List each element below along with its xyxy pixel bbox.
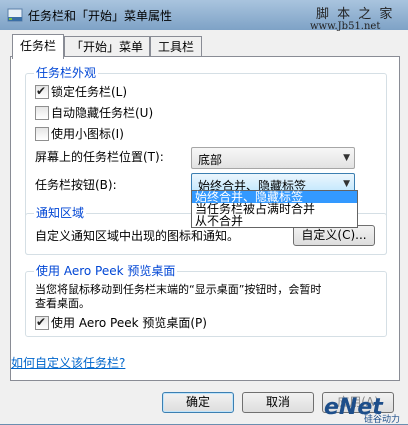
customize-taskbar-help-link[interactable]: 如何自定义该任务栏? [11, 354, 125, 371]
position-label: 屏幕上的任务栏位置(T): [35, 150, 164, 164]
taskbar-properties-icon [7, 8, 23, 22]
aero-desc-line2: 查看桌面。 [35, 297, 90, 310]
tab-label: 工具栏 [157, 40, 194, 54]
position-value: 底部 [198, 153, 223, 167]
cancel-button[interactable]: 取消 [242, 392, 314, 413]
lock-taskbar-checkbox[interactable]: ✔ [35, 84, 49, 99]
lock-taskbar-label: 锁定任务栏(L) [51, 85, 128, 99]
tab-label: 任务栏 [19, 39, 56, 53]
notify-group-title: 通知区域 [34, 206, 87, 220]
chevron-down-icon: ▼ [343, 153, 350, 163]
ok-button[interactable]: 确定 [162, 392, 234, 413]
properties-window: 任务栏和「开始」菜单属性 脚 本 之 家 www.Jb51.net 任务栏 「开… [0, 0, 408, 425]
checkmark-icon: ✔ [36, 84, 47, 98]
site-watermark: 脚 本 之 家 [316, 7, 395, 22]
tab-taskbar[interactable]: 任务栏 [12, 34, 64, 59]
site-url-watermark: www.Jb51.net [310, 21, 381, 32]
customize-button-label: 自定义(C)... [301, 228, 367, 242]
taskbar-buttons-dropdown: 始终合并、隐藏标签 当任务栏被占满时合并 从不合并 [191, 190, 358, 228]
tab-label: 「开始」菜单 [70, 40, 143, 54]
autohide-label: 自动隐藏任务栏(U) [51, 106, 154, 120]
appearance-group-title: 任务栏外观 [34, 66, 99, 80]
notify-desc: 自定义通知区域中出现的图标和通知。 [35, 229, 240, 243]
dropdown-option-never-combine[interactable]: 从不合并 [192, 215, 357, 227]
customize-notify-button[interactable]: 自定义(C)... [293, 225, 375, 246]
tab-start-menu[interactable]: 「开始」菜单 [64, 36, 150, 57]
cancel-button-label: 取消 [265, 395, 290, 409]
taskbar-position-select[interactable]: 底部 ▼ [191, 147, 355, 169]
tab-toolbars[interactable]: 工具栏 [150, 36, 202, 57]
aero-peek-checkbox[interactable]: ✔ [35, 315, 49, 330]
aero-desc-line1: 当您将鼠标移动到任务栏末端的“显示桌面”按钮时，会暂时 [35, 283, 322, 296]
enet-sub-watermark: 硅谷动力 [364, 415, 401, 425]
checkmark-icon: ✔ [36, 315, 47, 329]
aero-peek-label: 使用 Aero Peek 预览桌面(P) [51, 316, 207, 330]
small-icons-checkbox[interactable] [35, 127, 49, 141]
title-bar[interactable]: 任务栏和「开始」菜单属性 脚 本 之 家 www.Jb51.net [0, 0, 408, 32]
small-icons-label: 使用小图标(I) [51, 127, 124, 141]
ok-button-label: 确定 [185, 395, 210, 409]
window-title: 任务栏和「开始」菜单属性 [28, 9, 173, 23]
autohide-checkbox[interactable] [35, 106, 49, 120]
aero-peek-group-title: 使用 Aero Peek 预览桌面 [34, 264, 178, 278]
buttons-label: 任务栏按钮(B): [35, 178, 117, 192]
